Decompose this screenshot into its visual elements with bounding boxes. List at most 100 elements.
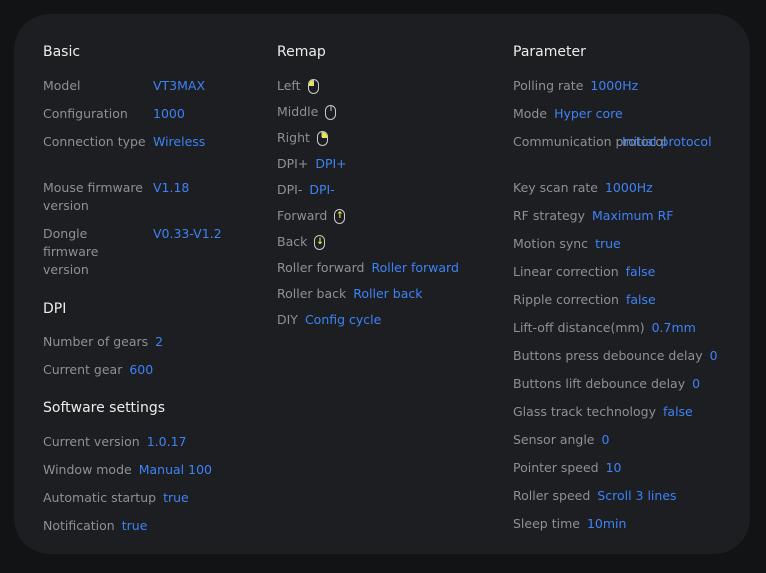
row-label: Notification — [43, 518, 115, 533]
row-label: Mouse firmware version — [43, 180, 143, 213]
row-label: Forward — [277, 208, 328, 223]
row-value: 0 — [709, 348, 718, 363]
row-value: 1000 — [153, 106, 185, 121]
row-value: 1000Hz — [604, 180, 653, 195]
row-value: Wireless — [153, 134, 206, 149]
row-label: Current gear — [43, 362, 123, 377]
row-value: Manual 100 — [138, 462, 212, 477]
remap-row-forward: Forward ↑ — [277, 207, 346, 225]
row-value: 10 — [605, 460, 622, 475]
row-label: Roller speed — [513, 488, 591, 503]
row-value: true — [121, 518, 148, 533]
row-value: Initial protocol — [622, 134, 712, 149]
software-row-current-version: Current version 1.0.17 — [43, 433, 186, 451]
mouse-back-icon: ↓ — [314, 235, 326, 250]
param-row-linear-correction: Linear correction false — [513, 263, 655, 281]
param-row-glass-track: Glass track technology false — [513, 403, 693, 421]
row-label: Polling rate — [513, 78, 584, 93]
row-value: Maximum RF — [592, 208, 674, 223]
row-value: false — [625, 292, 656, 307]
row-value: false — [625, 264, 656, 279]
remap-row-dpi-minus: DPI- DPI- — [277, 181, 335, 199]
mouse-middle-click-icon — [325, 105, 337, 120]
row-value: 600 — [129, 362, 154, 377]
software-row-automatic-startup: Automatic startup true — [43, 489, 189, 507]
param-row-roller-speed: Roller speed Scroll 3 lines — [513, 487, 677, 505]
row-label: DPI- — [277, 182, 303, 197]
param-row-polling-rate: Polling rate 1000Hz — [513, 77, 638, 95]
row-label: RF strategy — [513, 208, 585, 223]
param-row-communication-protocol-value: Initial protocol — [622, 133, 712, 151]
row-label: Glass track technology — [513, 404, 657, 419]
param-row-rf-strategy: RF strategy Maximum RF — [513, 207, 673, 225]
remap-row-dpi-plus: DPI+ DPI+ — [277, 155, 347, 173]
row-label: Number of gears — [43, 334, 149, 349]
row-label: Linear correction — [513, 264, 619, 279]
mouse-forward-icon: ↑ — [334, 209, 346, 224]
row-value: Config cycle — [304, 312, 382, 327]
row-label: Connection type — [43, 134, 146, 149]
dpi-row-number-of-gears: Number of gears 2 — [43, 333, 163, 351]
row-label: Left — [277, 78, 301, 93]
remap-row-back: Back ↓ — [277, 233, 326, 251]
row-label: Buttons lift debounce delay — [513, 376, 686, 391]
param-row-ripple-correction: Ripple correction false — [513, 291, 656, 309]
basic-section-title: Basic — [43, 44, 81, 60]
row-value: DPI- — [309, 182, 335, 197]
row-label: Configuration — [43, 106, 128, 121]
row-label: Buttons press debounce delay — [513, 348, 703, 363]
software-row-window-mode: Window mode Manual 100 — [43, 461, 212, 479]
row-label: Ripple correction — [513, 292, 619, 307]
row-value: V0.33-V1.2 — [153, 226, 222, 241]
remap-section-title: Remap — [277, 44, 326, 60]
row-label: Automatic startup — [43, 490, 157, 505]
param-row-motion-sync: Motion sync true — [513, 235, 621, 253]
basic-row-dongle-firmware: Dongle firmware version V0.33-V1.2 — [43, 225, 222, 279]
param-row-sleep-time: Sleep time 10min — [513, 515, 626, 533]
row-value: Scroll 3 lines — [597, 488, 677, 503]
software-section-title: Software settings — [43, 400, 165, 416]
basic-row-connection-type: Connection type Wireless — [43, 133, 205, 151]
row-label: DIY — [277, 312, 298, 327]
remap-row-left: Left — [277, 77, 319, 95]
param-row-key-scan-rate: Key scan rate 1000Hz — [513, 179, 653, 197]
remap-row-diy: DIY Config cycle — [277, 311, 381, 329]
row-label: Pointer speed — [513, 460, 599, 475]
row-value: Hyper core — [554, 106, 623, 121]
param-row-buttons-press-debounce: Buttons press debounce delay 0 — [513, 347, 718, 365]
basic-row-mouse-firmware: Mouse firmware version V1.18 — [43, 179, 189, 215]
row-label: Middle — [277, 104, 319, 119]
row-value: VT3MAX — [153, 78, 206, 93]
dpi-row-current-gear: Current gear 600 — [43, 361, 153, 379]
mouse-right-click-icon — [316, 131, 328, 146]
row-label: Model — [43, 78, 81, 93]
row-value: true — [163, 490, 189, 505]
row-value: 2 — [155, 334, 164, 349]
row-value: Roller forward — [371, 260, 459, 275]
row-label: DPI+ — [277, 156, 309, 171]
row-value: 1.0.17 — [146, 434, 187, 449]
param-row-lift-off-distance: Lift-off distance(mm) 0.7mm — [513, 319, 696, 337]
row-value: 10min — [586, 516, 627, 531]
mouse-left-click-icon — [307, 79, 319, 94]
remap-row-roller-forward: Roller forward Roller forward — [277, 259, 459, 277]
row-value: DPI+ — [315, 156, 347, 171]
basic-row-configuration: Configuration 1000 — [43, 105, 185, 123]
row-label: Back — [277, 234, 308, 249]
row-value: 0 — [601, 432, 610, 447]
software-row-notification: Notification true — [43, 517, 147, 535]
row-label: Current version — [43, 434, 140, 449]
row-label: Lift-off distance(mm) — [513, 320, 645, 335]
param-row-sensor-angle: Sensor angle 0 — [513, 431, 609, 449]
row-label: Key scan rate — [513, 180, 598, 195]
row-label: Window mode — [43, 462, 132, 477]
row-label: Mode — [513, 106, 548, 121]
row-value: V1.18 — [153, 180, 190, 195]
remap-row-middle: Middle — [277, 103, 337, 121]
row-value: 1000Hz — [590, 78, 639, 93]
row-value: true — [595, 236, 621, 251]
parameter-section-title: Parameter — [513, 44, 586, 60]
param-row-pointer-speed: Pointer speed 10 — [513, 459, 622, 477]
remap-row-roller-back: Roller back Roller back — [277, 285, 422, 303]
param-row-buttons-lift-debounce: Buttons lift debounce delay 0 — [513, 375, 700, 393]
